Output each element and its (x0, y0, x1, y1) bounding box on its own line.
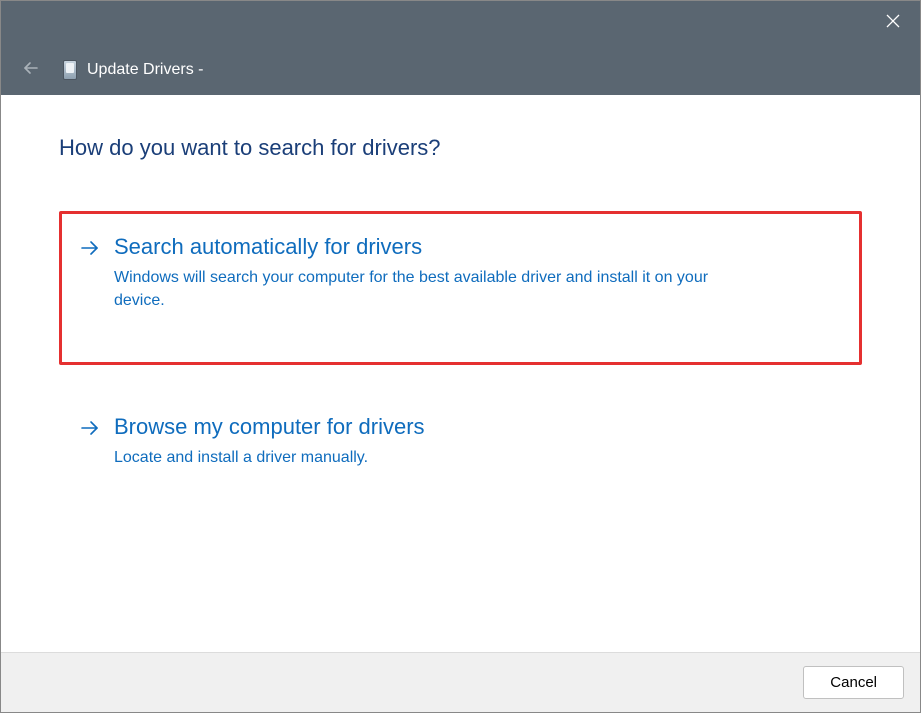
page-heading: How do you want to search for drivers? (59, 135, 862, 161)
title-group: Update Drivers - (63, 60, 203, 80)
option-description: Windows will search your computer for th… (114, 266, 734, 312)
option-body: Search automatically for drivers Windows… (114, 234, 841, 312)
option-search-automatically[interactable]: Search automatically for drivers Windows… (59, 211, 862, 365)
back-button[interactable] (19, 58, 43, 82)
back-arrow-icon (22, 59, 40, 82)
device-icon (63, 60, 77, 80)
header-bar: Update Drivers - (1, 45, 920, 95)
option-body: Browse my computer for drivers Locate an… (114, 414, 841, 469)
titlebar (1, 1, 920, 45)
arrow-right-icon (80, 420, 100, 441)
arrow-right-icon (80, 240, 100, 261)
cancel-button[interactable]: Cancel (803, 666, 904, 699)
option-description: Locate and install a driver manually. (114, 446, 734, 469)
option-title: Search automatically for drivers (114, 234, 841, 260)
close-icon (886, 14, 900, 33)
update-drivers-dialog: Update Drivers - How do you want to sear… (0, 0, 921, 713)
option-title: Browse my computer for drivers (114, 414, 841, 440)
dialog-footer: Cancel (1, 652, 920, 712)
dialog-content: How do you want to search for drivers? S… (1, 95, 920, 652)
window-title: Update Drivers - (87, 61, 203, 79)
close-button[interactable] (870, 5, 916, 41)
option-browse-computer[interactable]: Browse my computer for drivers Locate an… (59, 391, 862, 492)
